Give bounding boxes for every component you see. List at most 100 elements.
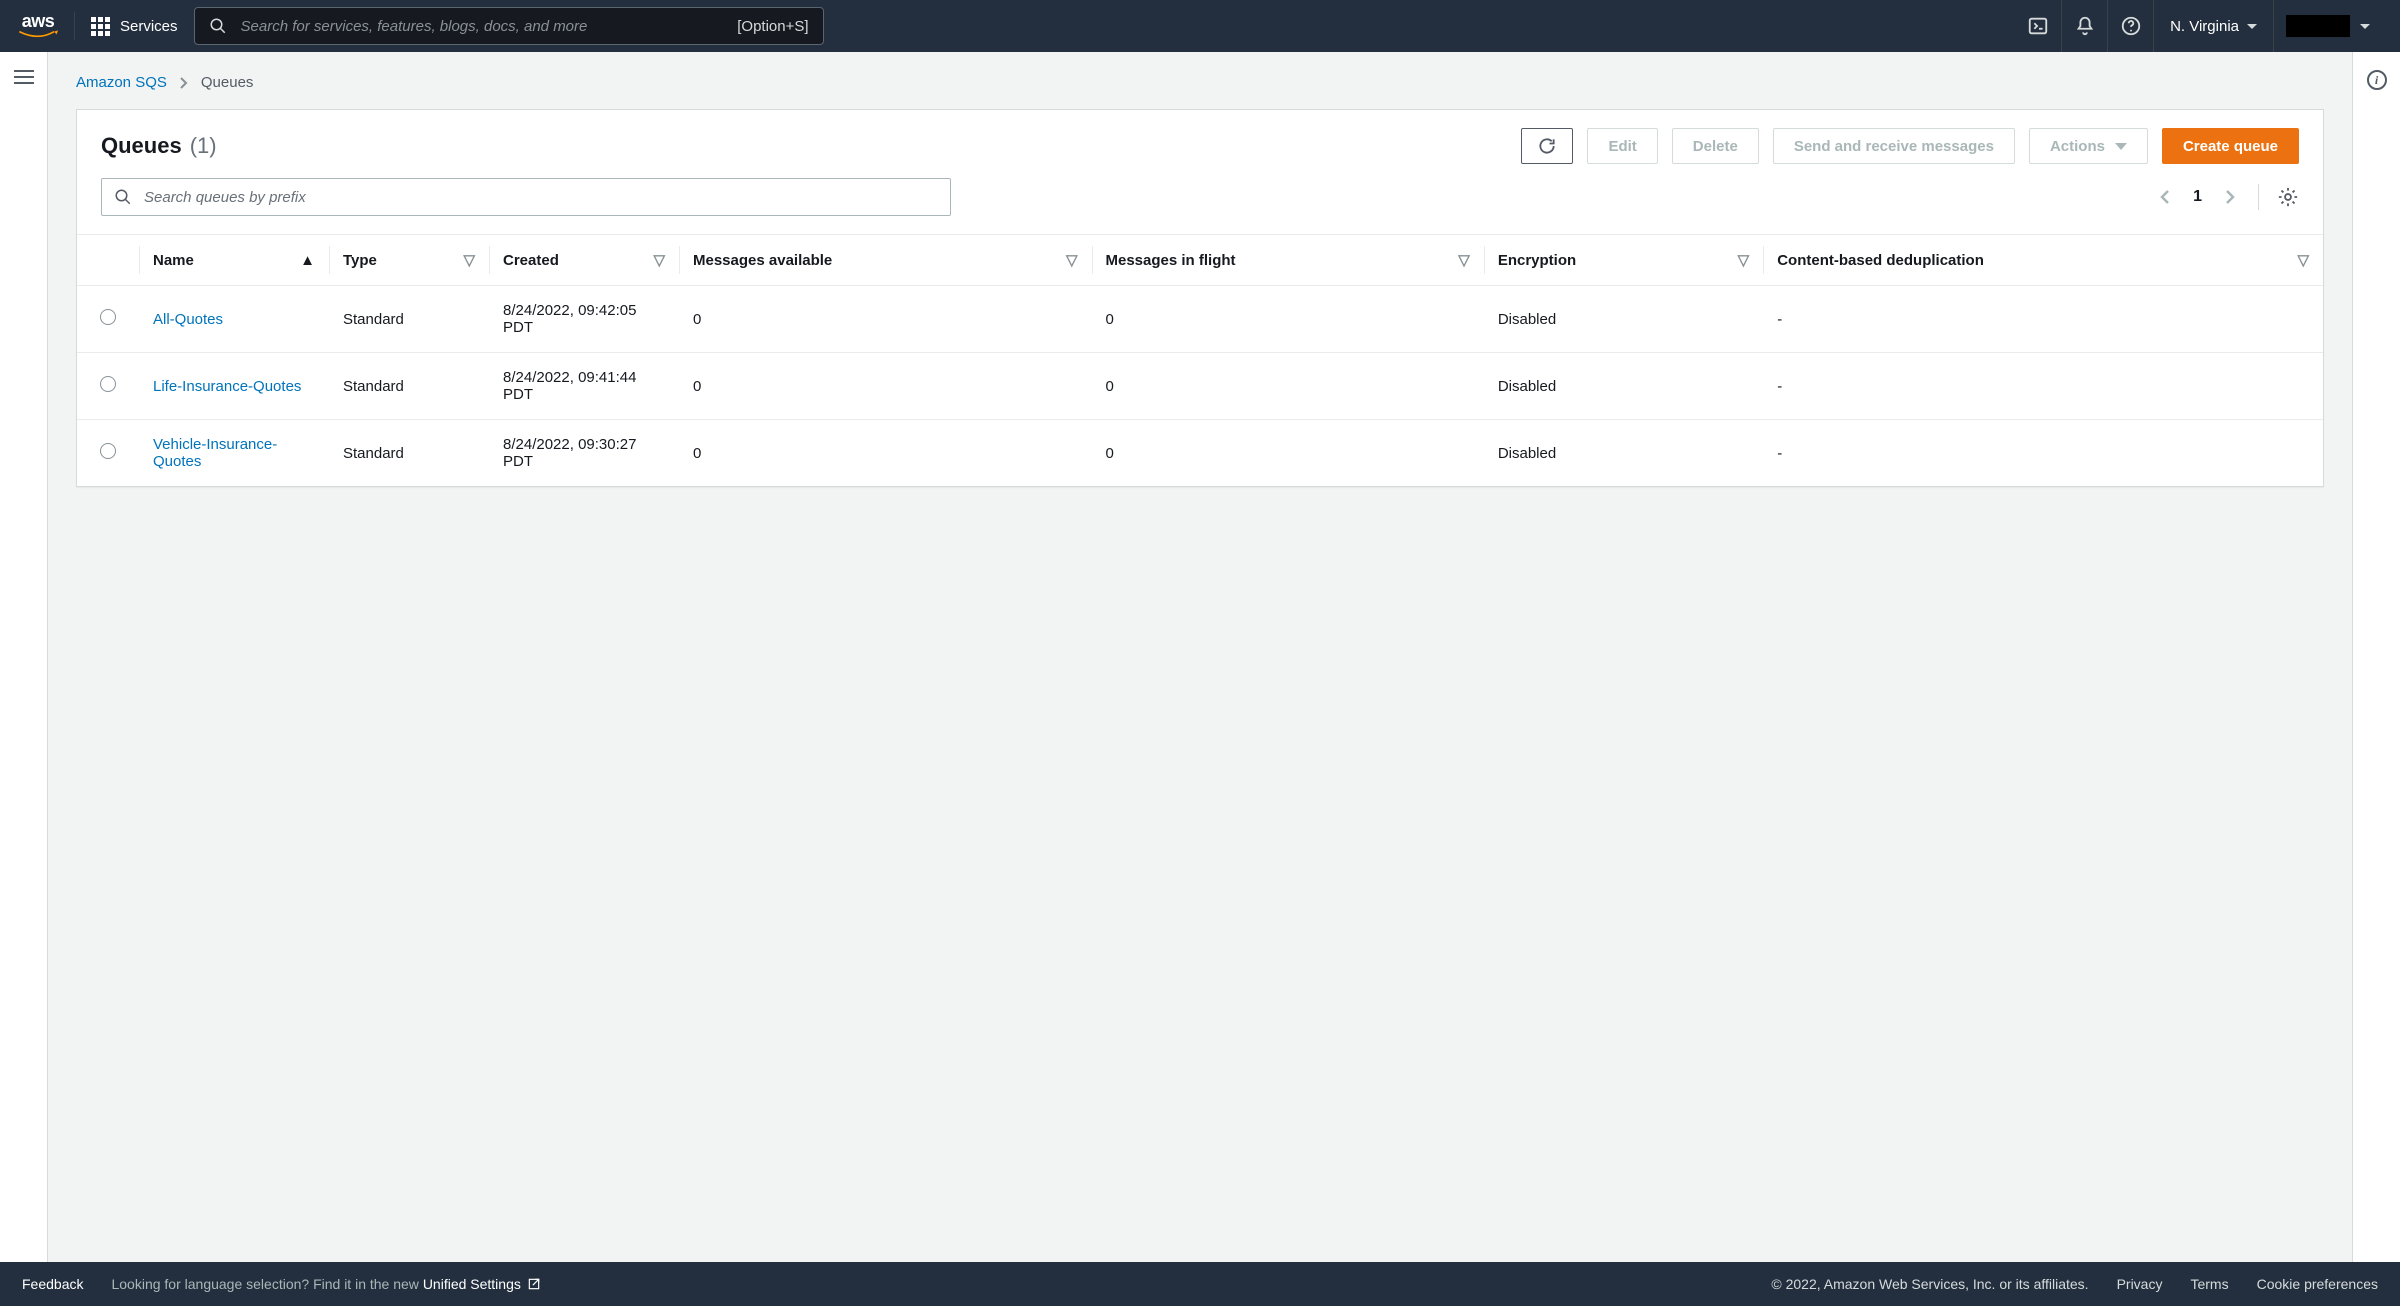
- col-dedup[interactable]: Content-based deduplication ▽: [1763, 235, 2323, 286]
- global-search[interactable]: [Option+S]: [194, 7, 824, 45]
- queue-search-input[interactable]: [142, 188, 938, 207]
- sort-icon: ▽: [1458, 251, 1470, 269]
- sort-icon: ▽: [1738, 251, 1750, 269]
- caret-down-icon: [2247, 24, 2257, 29]
- col-name[interactable]: Name ▲: [139, 235, 329, 286]
- terms-link[interactable]: Terms: [2190, 1276, 2228, 1292]
- panel-title-count: (1): [190, 133, 217, 159]
- sort-icon: ▽: [1066, 251, 1078, 269]
- row-select-radio[interactable]: [100, 309, 116, 325]
- cell-type: Standard: [329, 286, 489, 353]
- queue-name-link[interactable]: Vehicle-Insurance-Quotes: [153, 436, 277, 470]
- help-button[interactable]: [2107, 0, 2153, 52]
- next-page-button: [2220, 184, 2240, 210]
- left-rail: [0, 52, 48, 1262]
- cell-messages-available: 0: [679, 420, 1092, 487]
- global-nav: aws Services [Option+S]: [0, 0, 2400, 52]
- table-row: Vehicle-Insurance-QuotesStandard8/24/202…: [77, 420, 2323, 487]
- unified-settings-link[interactable]: Unified Settings: [423, 1276, 541, 1292]
- actions-label: Actions: [2050, 138, 2105, 155]
- footer-copyright: © 2022, Amazon Web Services, Inc. or its…: [1771, 1276, 2088, 1292]
- caret-down-icon: [2115, 143, 2127, 150]
- cell-messages-in-flight: 0: [1092, 420, 1484, 487]
- col-created[interactable]: Created ▽: [489, 235, 679, 286]
- col-messages-in-flight-label: Messages in flight: [1106, 252, 1236, 269]
- create-queue-button[interactable]: Create queue: [2162, 128, 2299, 164]
- col-encryption-label: Encryption: [1498, 252, 1576, 269]
- queues-table: Name ▲ Type ▽ Created: [77, 234, 2323, 486]
- account-menu[interactable]: [2273, 0, 2382, 52]
- pagination: 1: [2155, 184, 2299, 210]
- cell-created: 8/24/2022, 09:30:27 PDT: [489, 420, 679, 487]
- bell-icon: [2074, 15, 2096, 37]
- cell-encryption: Disabled: [1484, 353, 1763, 420]
- table-settings-button[interactable]: [2277, 186, 2299, 208]
- notifications-button[interactable]: [2061, 0, 2107, 52]
- privacy-link[interactable]: Privacy: [2117, 1276, 2163, 1292]
- queue-name-link[interactable]: Life-Insurance-Quotes: [153, 378, 301, 395]
- col-messages-in-flight[interactable]: Messages in flight ▽: [1092, 235, 1484, 286]
- actions-dropdown: Actions: [2029, 128, 2148, 164]
- queue-name-link[interactable]: All-Quotes: [153, 311, 223, 328]
- col-name-label: Name: [153, 252, 194, 269]
- cell-encryption: Disabled: [1484, 420, 1763, 487]
- cell-type: Standard: [329, 353, 489, 420]
- search-icon: [114, 188, 132, 206]
- search-shortcut: [Option+S]: [737, 18, 808, 35]
- nav-separator: [74, 12, 75, 40]
- queues-panel: Queues (1) Edit Delete Send and receive …: [76, 109, 2324, 487]
- cell-dedup: -: [1763, 420, 2323, 487]
- breadcrumb-service[interactable]: Amazon SQS: [76, 74, 167, 91]
- cloudshell-button[interactable]: [2015, 0, 2061, 52]
- sort-icon: ▽: [463, 251, 475, 269]
- chevron-right-icon: [179, 76, 189, 90]
- side-nav-toggle[interactable]: [14, 70, 34, 1262]
- table-row: Life-Insurance-Quotes Standard8/24/2022, …: [77, 353, 2323, 420]
- region-selector[interactable]: N. Virginia: [2153, 0, 2273, 52]
- services-menu[interactable]: Services: [91, 17, 178, 36]
- col-encryption[interactable]: Encryption ▽: [1484, 235, 1763, 286]
- search-icon: [209, 17, 227, 35]
- aws-smile-icon: [18, 30, 58, 40]
- chevron-right-icon: [2224, 188, 2236, 206]
- cell-messages-available: 0: [679, 353, 1092, 420]
- cell-messages-available: 0: [679, 286, 1092, 353]
- info-panel-toggle[interactable]: i: [2367, 70, 2387, 90]
- send-receive-button: Send and receive messages: [1773, 128, 2015, 164]
- refresh-icon: [1537, 136, 1557, 156]
- panel-title: Queues (1): [101, 133, 217, 159]
- queue-search[interactable]: [101, 178, 951, 216]
- refresh-button[interactable]: [1521, 128, 1573, 164]
- feedback-link[interactable]: Feedback: [22, 1276, 83, 1292]
- cloudshell-icon: [2027, 15, 2049, 37]
- col-created-label: Created: [503, 252, 559, 269]
- sort-icon: ▽: [653, 251, 665, 269]
- main-content: Amazon SQS Queues Queues (1): [48, 52, 2352, 1262]
- cell-encryption: Disabled: [1484, 286, 1763, 353]
- page-number: 1: [2193, 188, 2202, 206]
- cell-created: 8/24/2022, 09:42:05 PDT: [489, 286, 679, 353]
- col-messages-available[interactable]: Messages available ▽: [679, 235, 1092, 286]
- panel-title-text: Queues: [101, 133, 182, 159]
- edit-button: Edit: [1587, 128, 1657, 164]
- global-search-input[interactable]: [239, 17, 726, 36]
- account-name-redacted: [2286, 15, 2350, 37]
- table-row: All-Quotes Standard8/24/2022, 09:42:05 PD…: [77, 286, 2323, 353]
- chevron-left-icon: [2159, 188, 2171, 206]
- sort-icon: ▽: [2297, 251, 2309, 269]
- right-rail: i: [2352, 52, 2400, 1262]
- global-footer: Feedback Looking for language selection?…: [0, 1262, 2400, 1306]
- pager-separator: [2258, 184, 2259, 210]
- services-label: Services: [120, 18, 178, 35]
- row-select-radio[interactable]: [100, 443, 116, 459]
- row-select-radio[interactable]: [100, 376, 116, 392]
- caret-down-icon: [2360, 24, 2370, 29]
- aws-logo[interactable]: aws: [18, 12, 58, 40]
- col-type[interactable]: Type ▽: [329, 235, 489, 286]
- cell-created: 8/24/2022, 09:41:44 PDT: [489, 353, 679, 420]
- breadcrumb: Amazon SQS Queues: [48, 52, 2352, 109]
- cell-messages-in-flight: 0: [1092, 286, 1484, 353]
- col-select: [77, 235, 139, 286]
- cookie-prefs-link[interactable]: Cookie preferences: [2257, 1276, 2378, 1292]
- footer-lang-prompt: Looking for language selection? Find it …: [111, 1276, 540, 1292]
